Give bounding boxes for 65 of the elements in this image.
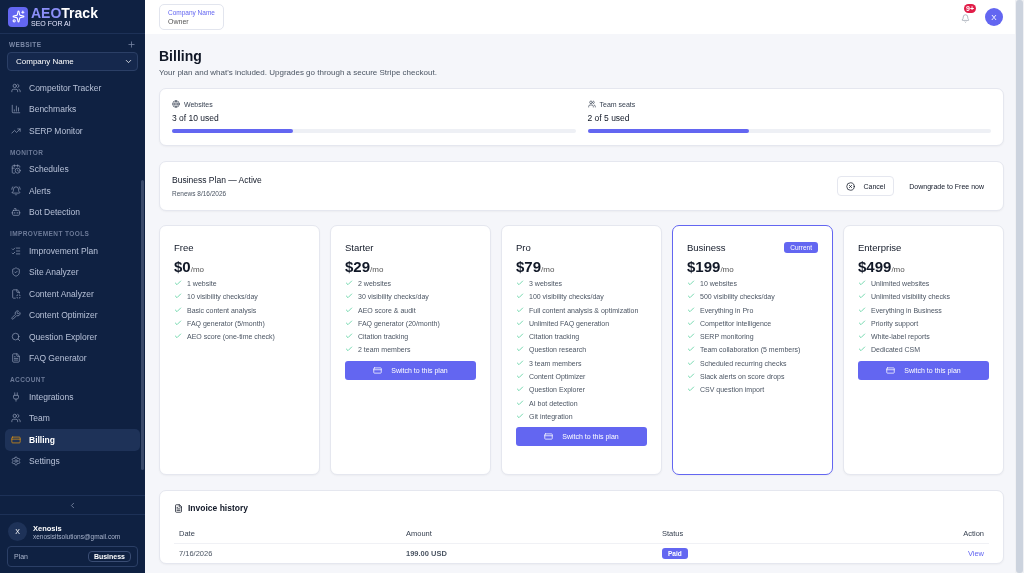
nav-item[interactable]: Improvement Plan <box>5 240 140 262</box>
file-scan-icon <box>11 288 21 299</box>
card-icon <box>886 365 896 375</box>
usage-reading: 3 of 10 used <box>172 113 220 123</box>
nav-item[interactable]: Question Explorer <box>5 326 140 348</box>
plan-status: Business Plan — Active <box>172 175 262 185</box>
nav-item[interactable]: Content Optimizer <box>5 304 140 326</box>
calendar-clock-icon <box>11 164 21 175</box>
nav-item[interactable]: Bot Detection <box>5 201 140 223</box>
card-icon <box>11 434 21 445</box>
bar-chart-icon <box>11 104 21 115</box>
user-avatar[interactable]: X <box>985 8 1003 26</box>
wrench-icon <box>11 310 21 321</box>
page-subtitle: Your plan and what's included. Upgrades go through a secure Stripe checkout. <box>159 68 438 77</box>
logo-title: AEOTrack <box>31 6 98 20</box>
plan-name: Free <box>174 241 194 253</box>
globe-icon <box>172 100 180 108</box>
shield-check-icon <box>11 267 21 278</box>
nav-item[interactable]: Content Analyzer <box>5 283 140 305</box>
add-icon[interactable] <box>127 40 136 49</box>
plan-price: $0/mo <box>174 258 206 275</box>
nav-item[interactable]: Competitor Tracker <box>5 77 140 99</box>
search-icon <box>11 331 21 342</box>
collapse-icon[interactable] <box>68 500 77 510</box>
invoice-title: Invoice history <box>188 503 248 513</box>
document-icon <box>11 353 21 364</box>
nav-item[interactable]: Benchmarks <box>5 98 140 120</box>
checklist-icon <box>11 245 21 256</box>
scrollbar[interactable] <box>141 180 144 470</box>
users-icon <box>11 413 21 424</box>
plan-price: $79/mo <box>516 258 556 275</box>
scrollbar[interactable] <box>1016 0 1023 573</box>
nav-item[interactable]: Billing <box>5 429 140 451</box>
plan-name: Enterprise <box>858 241 902 253</box>
trend-icon <box>11 125 21 136</box>
nav-item[interactable]: FAQ Generator <box>5 347 140 369</box>
bell-icon <box>11 185 21 196</box>
card-icon <box>544 432 554 442</box>
plan-price: $29/mo <box>345 258 385 275</box>
plan-name: Starter <box>345 241 374 253</box>
settings-icon <box>11 456 21 467</box>
nav-item[interactable]: Team <box>5 407 140 429</box>
nav-item[interactable]: Site Analyzer <box>5 261 140 283</box>
nav-item[interactable]: Settings <box>5 450 140 472</box>
robot-icon <box>11 207 21 218</box>
users-icon <box>11 82 21 93</box>
page-title: Billing <box>159 48 203 64</box>
chevron-down-icon <box>124 57 133 66</box>
logo-icon <box>8 6 28 27</box>
plug-icon <box>11 391 21 402</box>
plan-name: Business <box>687 241 726 253</box>
nav-item[interactable]: SERP Monitor <box>5 120 140 142</box>
website-select[interactable]: Company Name <box>7 52 138 71</box>
plan-price: $199/mo <box>687 258 735 275</box>
plan-name: Pro <box>516 241 531 253</box>
card-icon <box>373 365 383 375</box>
nav-item[interactable]: Integrations <box>5 386 140 408</box>
usage-reading: 2 of 5 used <box>587 113 631 123</box>
nav-item[interactable]: Alerts <box>5 180 140 202</box>
bell-icon[interactable] <box>961 14 970 23</box>
close-circle-icon <box>846 181 856 191</box>
nav-item[interactable]: Schedules <box>5 158 140 180</box>
users-icon <box>587 100 596 108</box>
plan-price: $499/mo <box>858 258 906 275</box>
document-icon <box>174 503 183 513</box>
